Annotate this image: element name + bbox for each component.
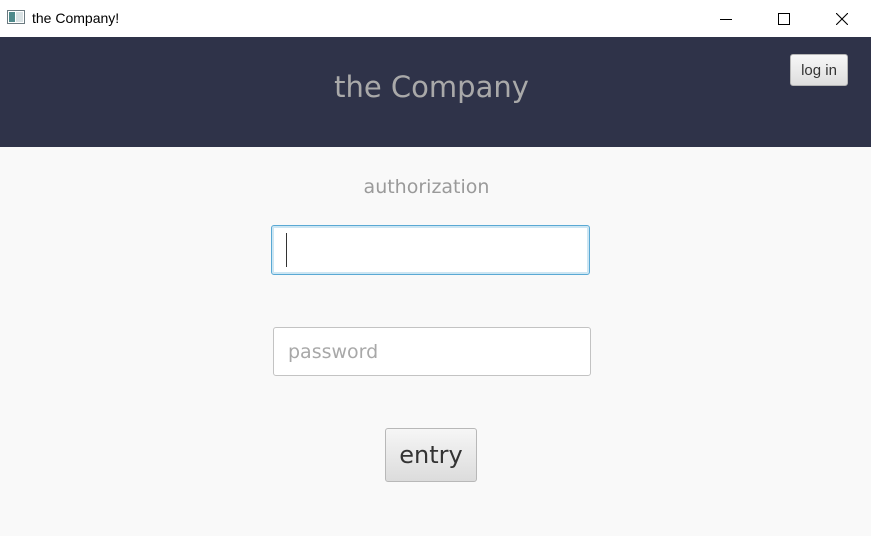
minimize-button[interactable] — [697, 0, 755, 37]
password-input[interactable] — [273, 327, 591, 376]
maximize-icon — [778, 12, 790, 25]
text-caret — [286, 233, 287, 267]
java-app-icon — [7, 10, 25, 24]
maximize-button[interactable] — [755, 0, 813, 37]
login-input[interactable] — [271, 225, 590, 275]
window-title: the Company! — [32, 10, 120, 26]
company-title: the Company — [334, 70, 529, 104]
minimize-icon — [720, 18, 732, 20]
app-header: the Company log in — [0, 37, 871, 147]
close-icon — [836, 12, 848, 25]
close-button[interactable] — [813, 0, 871, 37]
form-heading: authorization — [363, 176, 490, 198]
title-bar: the Company! — [0, 0, 871, 37]
log-in-button[interactable]: log in — [790, 54, 848, 86]
entry-button[interactable]: entry — [385, 428, 477, 482]
app-window: the Company! the Company log in authoriz… — [0, 0, 871, 536]
